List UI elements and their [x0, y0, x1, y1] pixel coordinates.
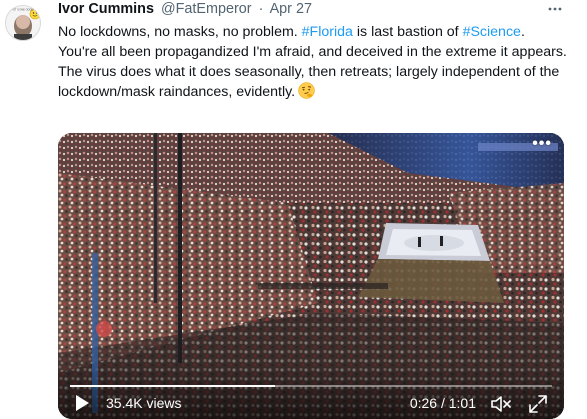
tweet-header: Ivor Cummins @FatEmperor · Apr 27	[58, 1, 312, 19]
thinking-face-emoji	[298, 82, 315, 105]
hashtag-science[interactable]: #Science	[463, 24, 521, 40]
text-segment: is last bastion of	[352, 24, 463, 40]
header-separator: ·	[258, 1, 264, 17]
tweet-date[interactable]: Apr 27	[270, 1, 312, 17]
video-more-button[interactable]: •••	[532, 135, 552, 153]
more-button[interactable]	[546, 0, 566, 20]
author-name[interactable]: Ivor Cummins	[58, 1, 154, 17]
fullscreen-icon	[529, 395, 547, 413]
mute-button[interactable]	[490, 394, 512, 414]
play-button[interactable]	[72, 393, 92, 413]
video-progress-fill	[70, 385, 276, 387]
hashtag-florida[interactable]: #Florida	[302, 24, 353, 40]
volume-muted-icon	[491, 396, 511, 412]
video-time: 0:26 / 1:01	[409, 395, 476, 411]
video-view-count: 35.4K views	[106, 395, 182, 411]
video-progress-bar[interactable]	[70, 385, 552, 387]
tweet-text-line-2: You're all been propagandized I'm afraid…	[58, 44, 567, 60]
more-dots-icon	[548, 7, 562, 11]
play-icon	[76, 395, 89, 411]
avatar-image: BEAST GONE GOOD	[6, 6, 40, 40]
author-handle[interactable]: @FatEmperor	[161, 1, 252, 17]
tweet-text: No lockdowns, no masks, no problem. #Flo…	[58, 22, 568, 105]
tweet: BEAST GONE GOOD Ivor Cummins @FatEmperor…	[0, 0, 587, 419]
tweet-text-line-3: The virus does what it does seasonally, …	[58, 62, 568, 105]
video-controls: 35.4K views 0:26 / 1:01	[58, 363, 564, 419]
video-player[interactable]: ••• 35.4K views 0:26 / 1:01	[58, 133, 564, 419]
author-avatar[interactable]: BEAST GONE GOOD	[5, 5, 41, 41]
fullscreen-button[interactable]	[528, 394, 548, 414]
avatar-caption: BEAST GONE GOOD	[8, 8, 34, 12]
text-segment: No lockdowns, no masks, no problem.	[58, 24, 302, 40]
tweet-text-line-1: No lockdowns, no masks, no problem. #Flo…	[58, 22, 568, 42]
text-segment: .	[520, 24, 525, 40]
